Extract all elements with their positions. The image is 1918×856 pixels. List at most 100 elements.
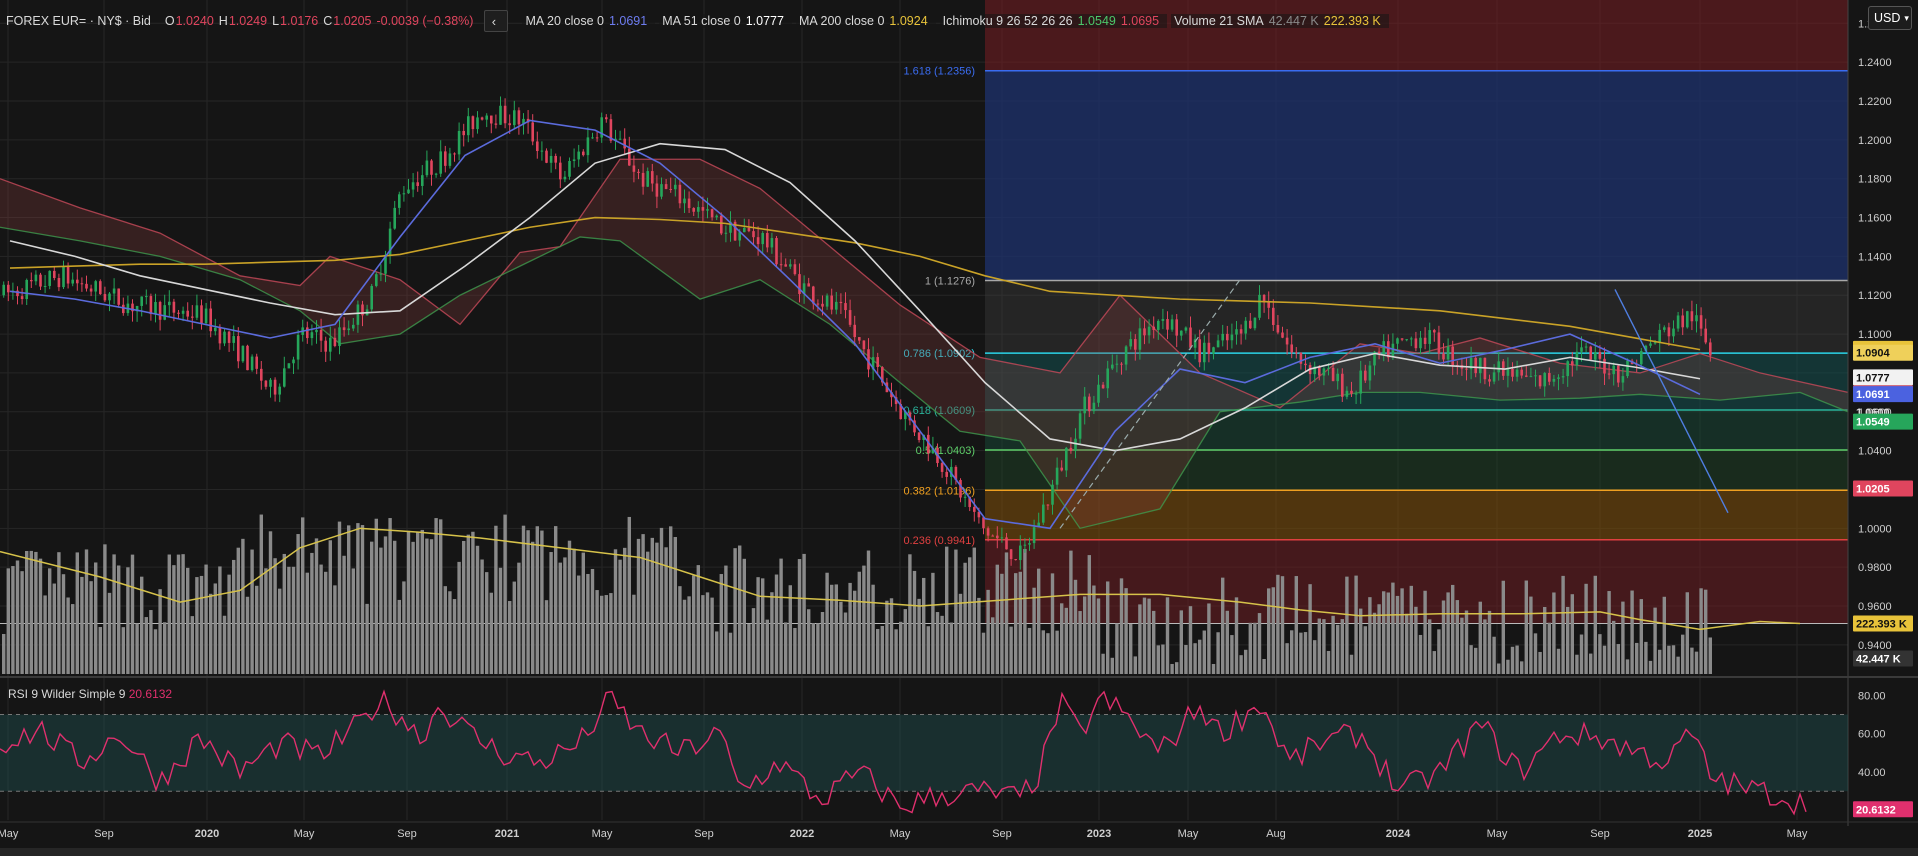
candle-body: [1676, 315, 1680, 329]
volume-bar: [1428, 619, 1432, 674]
volume-bar: [1662, 596, 1666, 674]
candle-body: [1612, 365, 1615, 375]
candle-body: [660, 184, 663, 197]
candle-body: [1640, 351, 1643, 365]
volume-value-1: 42.447 K: [1268, 14, 1319, 28]
candle-body: [1051, 484, 1054, 505]
candle-body: [324, 340, 327, 352]
volume-bar: [531, 541, 535, 674]
volume-bar: [370, 541, 374, 674]
volume-bar: [1506, 659, 1510, 674]
volume-bar: [963, 562, 967, 674]
candle-body: [338, 327, 341, 347]
candle-body: [195, 305, 199, 318]
time-tick-label: 2024: [1386, 828, 1411, 840]
rsi-legend[interactable]: RSI 9 Wilder Simple 9 20.6132: [8, 687, 172, 701]
candle-body: [1212, 347, 1215, 354]
volume-bar: [1041, 630, 1045, 674]
volume-bar: [926, 626, 930, 674]
price-chart[interactable]: 1.618 (1.2356)1 (1.1276)0.786 (1.0902)0.…: [0, 0, 1918, 856]
candle-body: [1005, 537, 1008, 550]
candle-body: [1400, 338, 1404, 340]
candle-body: [1327, 367, 1330, 369]
volume-bar: [1446, 592, 1450, 674]
volume-bar: [52, 583, 56, 674]
rsi-value: 20.6132: [128, 687, 173, 701]
volume-bar: [540, 530, 544, 674]
volume-legend[interactable]: Volume 21 SMA 42.447 K 222.393 K: [1171, 14, 1389, 28]
candle-body: [1124, 346, 1128, 365]
volume-bar: [1340, 619, 1344, 674]
volume-bar: [130, 554, 135, 674]
candle-body: [1032, 527, 1036, 544]
volume-bar: [843, 612, 848, 674]
volume-bar: [995, 564, 999, 674]
price-tick-label: 1.2000: [1858, 135, 1892, 147]
volume-bar: [1520, 661, 1524, 674]
candle-body: [678, 184, 682, 204]
time-tick-label: 2022: [790, 828, 814, 840]
volume-bar: [71, 604, 75, 674]
volume-bar: [301, 517, 305, 674]
volume-bar: [443, 586, 447, 674]
candle-body: [214, 327, 217, 332]
volume-bar: [471, 531, 475, 674]
candle-body: [273, 379, 277, 395]
volume-bar: [765, 619, 769, 674]
time-tick-label: May: [890, 828, 911, 840]
price-tick-label: 1.2200: [1858, 96, 1892, 108]
candle-body: [370, 285, 373, 310]
volume-bar: [724, 565, 728, 674]
candle-body: [1658, 329, 1661, 343]
volume-bar: [1239, 655, 1243, 674]
volume-bar: [761, 578, 765, 674]
volume-bar: [811, 623, 815, 674]
volume-bar: [337, 521, 342, 674]
volume-bar: [862, 565, 866, 674]
volume-bar: [140, 576, 144, 674]
candle-body: [554, 155, 557, 163]
volume-bar: [577, 575, 581, 674]
candle-body: [1221, 333, 1224, 341]
ma51-legend[interactable]: MA 51 close 0 1.0777: [659, 14, 792, 28]
volume-bar: [1584, 583, 1588, 674]
volume-bar: [250, 549, 254, 674]
volume-bar: [935, 612, 940, 674]
ma20-legend[interactable]: MA 20 close 0 1.0691: [522, 14, 656, 28]
ma200-legend[interactable]: MA 200 close 0 1.0924: [795, 14, 936, 28]
candle-body: [398, 194, 401, 208]
price-badge-label: 1.0549: [1856, 417, 1890, 429]
volume-bar: [112, 554, 116, 674]
candle-body: [1451, 346, 1454, 366]
candle-body: [425, 160, 429, 176]
volume-bar: [374, 518, 378, 674]
collapse-legend-button[interactable]: ‹: [484, 10, 509, 32]
volume-bar: [1221, 577, 1225, 674]
candle-body: [1157, 320, 1160, 330]
volume-bar: [1630, 590, 1634, 674]
candle-body: [1557, 377, 1560, 379]
candle-body: [1235, 329, 1238, 335]
volume-bar: [1000, 573, 1004, 674]
candle-body: [250, 356, 254, 371]
price-badge-label: 42.447 K: [1856, 653, 1901, 665]
candle-body: [1184, 327, 1188, 331]
candle-body: [375, 274, 378, 286]
candle-body: [1000, 537, 1004, 539]
open-value: 1.0240: [175, 14, 214, 28]
candle-body: [402, 193, 406, 195]
candle-body: [310, 332, 314, 339]
volume-bar: [1032, 587, 1036, 674]
volume-bar: [236, 547, 240, 674]
volume-bar: [1092, 585, 1096, 674]
candle-body: [1322, 368, 1326, 376]
candle-body: [747, 227, 751, 232]
ichimoku-legend[interactable]: Ichimoku 9 26 52 26 26 1.0549 1.0695: [939, 14, 1168, 28]
price-badge-label: 1.0777: [1856, 372, 1890, 384]
volume-bar: [876, 629, 880, 674]
currency-selector[interactable]: USD ▾: [1868, 6, 1912, 30]
candle-body: [416, 182, 419, 186]
candle-body: [1226, 333, 1229, 341]
volume-bar: [94, 562, 98, 674]
volume-bar: [1570, 594, 1574, 674]
